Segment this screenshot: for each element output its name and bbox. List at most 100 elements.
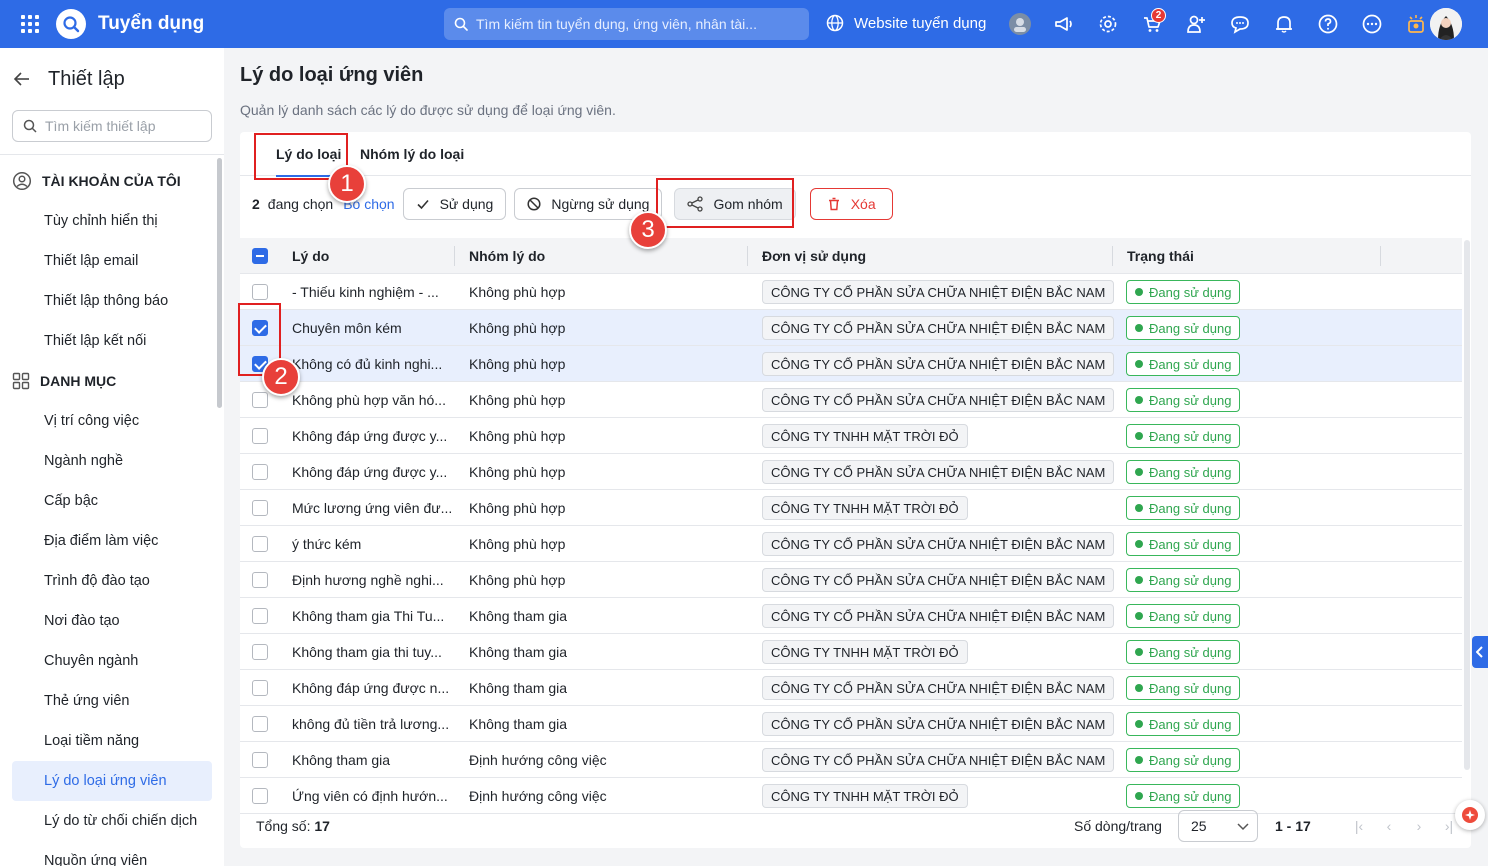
sidebar-divider	[0, 154, 224, 155]
sidebar-item-rejection-reason[interactable]: Lý do loại ứng viên	[12, 761, 212, 801]
sidebar-item-education-level[interactable]: Trình độ đào tạo	[0, 561, 224, 601]
annotation-number-3: 3	[629, 211, 667, 249]
row-checkbox[interactable]	[252, 788, 268, 804]
row-checkbox[interactable]	[252, 392, 268, 408]
row-checkbox[interactable]	[252, 752, 268, 768]
sidebar-scrollbar[interactable]	[217, 158, 222, 408]
row-checkbox[interactable]	[252, 428, 268, 444]
table-row[interactable]: Định hương nghề nghi... Không phù hợp CÔNG…	[240, 562, 1462, 598]
tab-bar: Lý do loại Nhóm lý do loại	[240, 132, 1471, 177]
status-dot-icon	[1135, 288, 1143, 296]
sun-award-icon[interactable]	[1400, 8, 1432, 40]
sidebar-item-candidate-source[interactable]: Nguồn ứng viên	[0, 841, 224, 866]
bell-icon[interactable]	[1268, 8, 1300, 40]
cell-reason: Không đáp ứng được y...	[292, 464, 448, 480]
col-header-status[interactable]: Trạng thái	[1127, 238, 1194, 274]
user-status-icon[interactable]	[1004, 8, 1036, 40]
first-page-icon[interactable]: |‹	[1344, 818, 1374, 834]
table-row[interactable]: Không phù hợp văn hó... Không phù hợp CÔNG…	[240, 382, 1462, 418]
table-row[interactable]: Không đáp ứng được y... Không phù hợp CÔNG…	[240, 454, 1462, 490]
sidebar-item-notification[interactable]: Thiết lập thông báo	[0, 281, 224, 321]
status-dot-icon	[1135, 612, 1143, 620]
website-link[interactable]: Website tuyển dụng	[826, 14, 986, 32]
col-header-company[interactable]: Đơn vị sử dụng	[762, 238, 866, 274]
use-button[interactable]: Sử dụng	[402, 188, 507, 220]
sidebar-item-campaign-refusal[interactable]: Lý do từ chối chiến dịch	[0, 801, 224, 841]
top-icon-group: 2	[1004, 8, 1444, 40]
table-row[interactable]: Không tham gia thi tuy... Không tham gia C…	[240, 634, 1462, 670]
main-content: Lý do loại ứng viên Quản lý danh sách cá…	[224, 48, 1488, 866]
sidebar-item-location[interactable]: Địa điểm làm việc	[0, 521, 224, 561]
row-checkbox[interactable]	[252, 644, 268, 660]
table-row[interactable]: Không có đủ kinh nghi... Không phù hợp CÔN…	[240, 346, 1462, 382]
sidebar-item-potential-type[interactable]: Loại tiềm năng	[0, 721, 224, 761]
sidebar-item-email[interactable]: Thiết lập email	[0, 241, 224, 281]
table-row[interactable]: ý thức kém Không phù hợp CÔNG TY CỔ PHẦN S…	[240, 526, 1462, 562]
gear-icon[interactable]	[1092, 8, 1124, 40]
row-checkbox[interactable]	[252, 716, 268, 732]
sidebar-item-display[interactable]: Tùy chỉnh hiển thị	[0, 201, 224, 241]
more-icon[interactable]	[1356, 8, 1388, 40]
row-checkbox[interactable]	[252, 464, 268, 480]
total-label: Tổng số:	[256, 818, 311, 834]
table-row[interactable]: - Thiếu kinh nghiệm - ... Không phù hợp CÔ…	[240, 274, 1462, 310]
row-checkbox[interactable]	[252, 572, 268, 588]
company-tag: CÔNG TY TNHH MẶT TRỜI ĐỎ	[762, 496, 968, 520]
row-checkbox[interactable]	[252, 608, 268, 624]
col-header-group[interactable]: Nhóm lý do	[469, 238, 545, 274]
megaphone-icon[interactable]	[1048, 8, 1080, 40]
prev-page-icon[interactable]: ‹	[1374, 818, 1404, 834]
table-row[interactable]: Không tham gia Định hướng công việc CÔNG T…	[240, 742, 1462, 778]
delete-button[interactable]: Xóa	[809, 188, 893, 220]
side-panel-toggle[interactable]	[1472, 636, 1488, 668]
back-arrow-icon[interactable]	[12, 69, 32, 89]
cart-icon[interactable]: 2	[1136, 8, 1168, 40]
table-scrollbar[interactable]	[1464, 240, 1470, 770]
cell-reason: Không tham gia Thi Tu...	[292, 608, 445, 624]
add-user-icon[interactable]	[1180, 8, 1212, 40]
app-title[interactable]: Tuyển dụng	[98, 13, 204, 35]
cart-badge: 2	[1151, 8, 1166, 23]
table-row[interactable]: Mức lương ứng viên đư... Không phù hợp CÔN…	[240, 490, 1462, 526]
help-icon[interactable]	[1312, 8, 1344, 40]
company-tag: CÔNG TY CỔ PHẦN SỬA CHỮA NHIỆT ĐIỆN BẮC …	[762, 604, 1115, 628]
row-checkbox[interactable]	[252, 680, 268, 696]
sidebar-item-connection[interactable]: Thiết lập kết nối	[0, 321, 224, 361]
status-text: Đang sử dụng	[1149, 572, 1232, 588]
sidebar-search-input[interactable]: Tìm kiếm thiết lập	[12, 110, 212, 142]
company-tag: CÔNG TY CỔ PHẦN SỬA CHỮA NHIỆT ĐIỆN BẮC …	[762, 748, 1115, 772]
row-checkbox[interactable]	[252, 536, 268, 552]
assistant-fab[interactable]	[1455, 800, 1485, 830]
apps-grid-icon[interactable]	[18, 12, 42, 36]
global-search-input[interactable]: Tìm kiếm tin tuyển dụng, ứng viên, nhân …	[444, 8, 809, 40]
rows-per-page-select[interactable]: 25	[1178, 810, 1258, 842]
table-row[interactable]: Không tham gia Thi Tu... Không tham gia CÔ…	[240, 598, 1462, 634]
chat-icon[interactable]	[1224, 8, 1256, 40]
user-avatar[interactable]	[1430, 8, 1462, 40]
col-separator[interactable]	[1112, 246, 1113, 266]
cell-reason: Không có đủ kinh nghi...	[292, 356, 443, 372]
sidebar-item-industry[interactable]: Ngành nghề	[0, 441, 224, 481]
status-badge: Đang sử dụng	[1126, 388, 1241, 412]
sidebar-item-school[interactable]: Nơi đào tạo	[0, 601, 224, 641]
table-row[interactable]: Chuyên môn kém Không phù hợp CÔNG TY CỔ PH…	[240, 310, 1462, 346]
sidebar-group-account[interactable]: TÀI KHOẢN CỦA TÔI	[0, 161, 224, 201]
row-checkbox[interactable]	[252, 284, 268, 300]
cell-reason: Mức lương ứng viên đư...	[292, 500, 452, 516]
col-separator[interactable]	[1380, 246, 1381, 266]
col-separator[interactable]	[454, 246, 455, 266]
sidebar-item-major[interactable]: Chuyên ngành	[0, 641, 224, 681]
next-page-icon[interactable]: ›	[1404, 818, 1434, 834]
select-all-checkbox[interactable]	[252, 248, 268, 264]
sidebar-item-level[interactable]: Cấp bậc	[0, 481, 224, 521]
col-header-reason[interactable]: Lý do	[292, 238, 329, 274]
sidebar-group-catalog[interactable]: DANH MỤC	[0, 361, 224, 401]
col-separator[interactable]	[747, 246, 748, 266]
tab-reason-groups[interactable]: Nhóm lý do loại	[360, 132, 464, 176]
table-row[interactable]: Không đáp ứng được n... Không tham gia CÔN…	[240, 670, 1462, 706]
table-row[interactable]: không đủ tiền trả lương... Không tham gia…	[240, 706, 1462, 742]
row-checkbox[interactable]	[252, 500, 268, 516]
table-row[interactable]: Không đáp ứng được y... Không phù hợp CÔNG…	[240, 418, 1462, 454]
sidebar-item-candidate-tag[interactable]: Thẻ ứng viên	[0, 681, 224, 721]
sidebar-item-job-position[interactable]: Vị trí công việc	[0, 401, 224, 441]
